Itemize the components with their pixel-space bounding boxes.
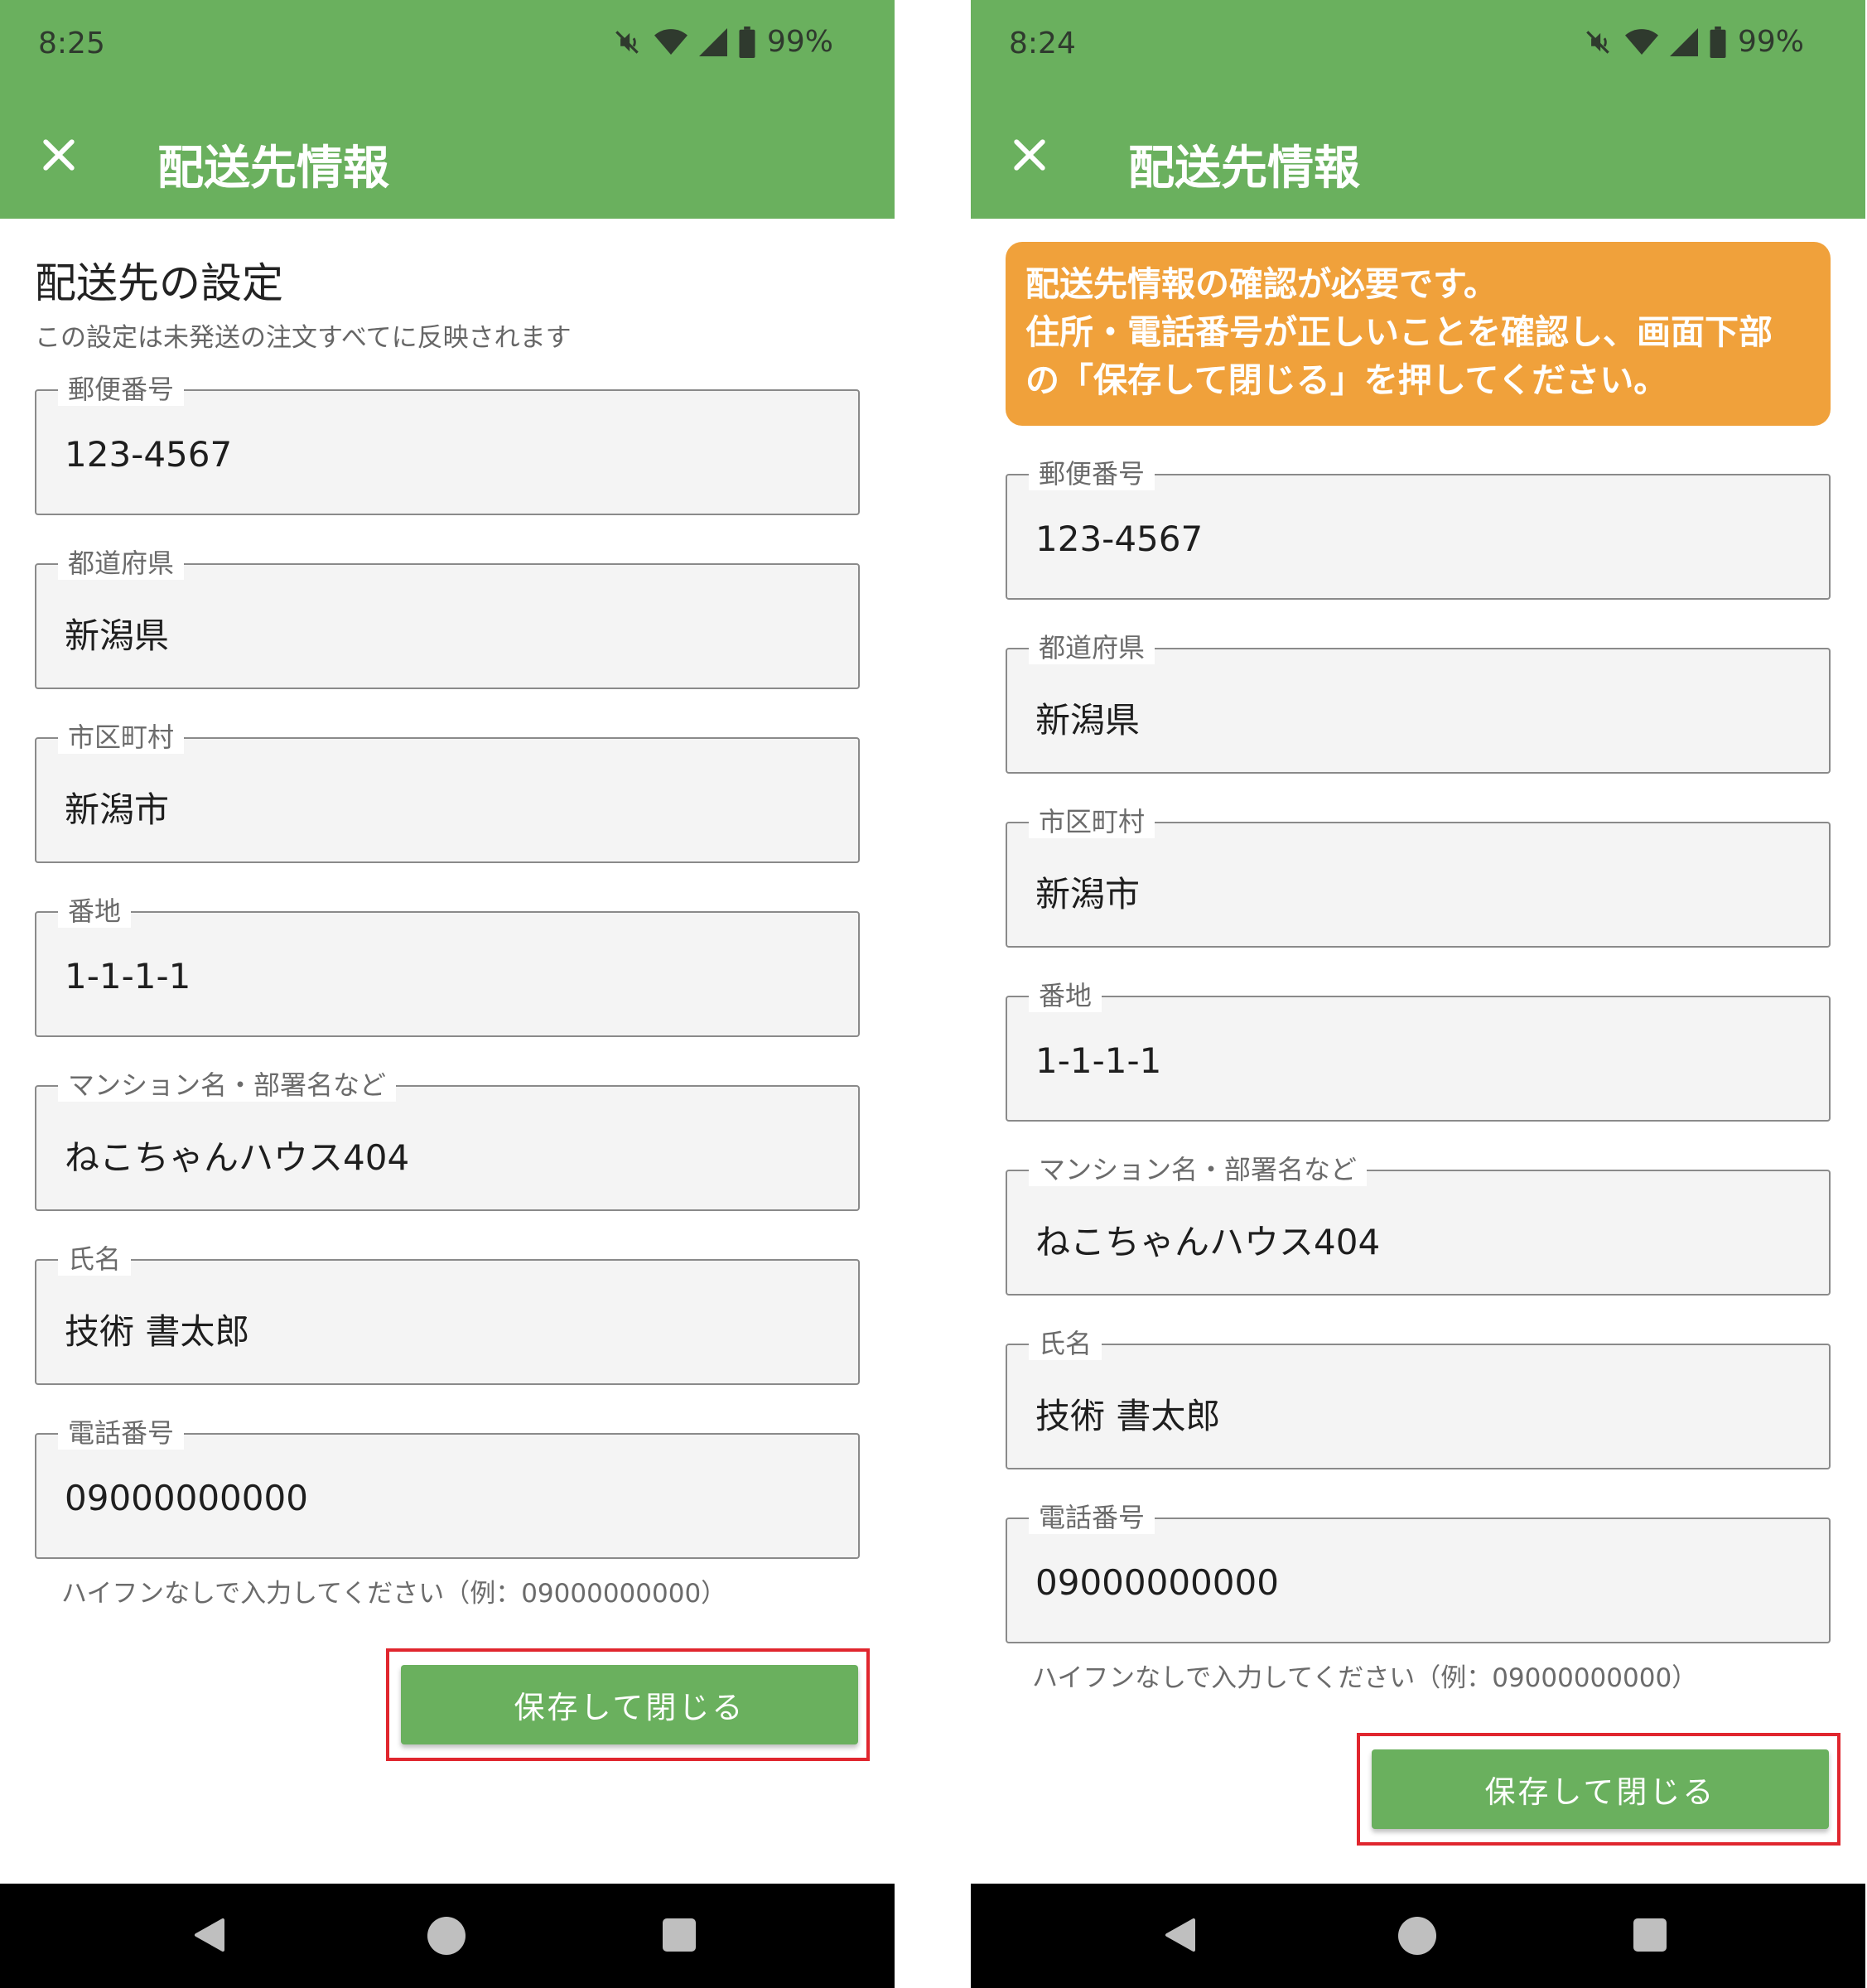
page-title: 配送先情報: [1128, 142, 1360, 195]
field-value: 技術 書太郎: [1035, 1396, 1221, 1436]
field-label: 番地: [58, 895, 132, 928]
field-label: 市区町村: [58, 721, 185, 754]
field-label: 都道府県: [58, 547, 185, 580]
building-field[interactable]: マンション名・部署名など ねこちゃんハウス404: [35, 1069, 860, 1211]
confirmation-alert: 配送先情報の確認が必要です。 住所・電話番号が正しいことを確認し、画面下部 の「…: [1006, 242, 1831, 426]
wifi-icon: [654, 28, 687, 55]
field-label: 電話番号: [58, 1416, 185, 1450]
app-bar: 8:24 99% 配送先情報: [971, 0, 1865, 219]
mute-icon: [615, 30, 639, 54]
field-label: 電話番号: [1029, 1501, 1155, 1534]
recents-icon[interactable]: [663, 1918, 696, 1952]
prefecture-field[interactable]: 都道府県 新潟県: [35, 547, 860, 689]
phone-field[interactable]: 電話番号 09000000000: [1006, 1501, 1831, 1643]
mute-icon: [1586, 30, 1609, 54]
field-label: 番地: [1029, 979, 1102, 1012]
field-label: 郵便番号: [1029, 457, 1155, 490]
field-value: ねこちゃんハウス404: [65, 1137, 410, 1178]
field-value: 新潟市: [1035, 874, 1141, 914]
close-icon[interactable]: [1007, 133, 1052, 177]
status-time: 8:24: [1009, 27, 1076, 60]
back-icon[interactable]: [1163, 1917, 1198, 1953]
status-icons: 99%: [1582, 25, 1804, 59]
field-label: 市区町村: [1029, 805, 1155, 838]
signal-icon: [698, 27, 727, 56]
save-and-close-button[interactable]: 保存して閉じる: [401, 1665, 858, 1744]
name-field[interactable]: 氏名 技術 書太郎: [1006, 1327, 1831, 1469]
field-value: 1-1-1-1: [65, 956, 191, 996]
building-field[interactable]: マンション名・部署名など ねこちゃんハウス404: [1006, 1153, 1831, 1296]
phone-screen-right: 8:24 99% 配送先情報 配送先情報の確認が必要です。 住所・電話番号が正し…: [971, 0, 1865, 1988]
recents-icon[interactable]: [1633, 1918, 1667, 1952]
city-field[interactable]: 市区町村 新潟市: [35, 721, 860, 863]
signal-icon: [1669, 27, 1698, 56]
save-and-close-button[interactable]: 保存して閉じる: [1372, 1749, 1829, 1829]
field-label: 氏名: [58, 1242, 132, 1276]
alert-line: 配送先情報の確認が必要です。: [1025, 264, 1498, 304]
battery-icon: [1710, 26, 1726, 58]
street-address-field[interactable]: 番地 1-1-1-1: [35, 895, 860, 1037]
field-value: 09000000000: [65, 1478, 308, 1518]
alert-line: の「保存して閉じる」を押してください。: [1025, 360, 1668, 400]
close-icon[interactable]: [36, 133, 81, 177]
field-label: 郵便番号: [58, 373, 185, 406]
field-value: 123-4567: [65, 434, 233, 475]
prefecture-field[interactable]: 都道府県 新潟県: [1006, 631, 1831, 774]
wifi-icon: [1624, 28, 1658, 55]
field-value: 技術 書太郎: [65, 1311, 250, 1352]
field-value: 123-4567: [1035, 519, 1204, 559]
battery-percent: 99%: [766, 25, 833, 59]
battery-percent: 99%: [1737, 25, 1804, 59]
battery-icon: [739, 26, 755, 58]
phone-helper-text: ハイフンなしで入力してください（例：09000000000）: [1032, 1663, 1698, 1693]
city-field[interactable]: 市区町村 新潟市: [1006, 805, 1831, 948]
field-value: ねこちゃんハウス404: [1035, 1222, 1381, 1262]
status-icons: 99%: [611, 25, 833, 59]
postal-code-field[interactable]: 郵便番号 123-4567: [1006, 457, 1831, 600]
field-label: マンション名・部署名など: [58, 1069, 397, 1102]
home-icon[interactable]: [1398, 1917, 1436, 1955]
field-value: 09000000000: [1035, 1562, 1279, 1603]
app-bar: 8:25 99% 配送先情報: [0, 0, 895, 219]
phone-screen-left: 8:25 99% 配送先情報 配送先の設定 この設定は未発送の注文すべてに反映さ…: [0, 0, 895, 1988]
phone-helper-text: ハイフンなしで入力してください（例：09000000000）: [61, 1579, 727, 1609]
name-field[interactable]: 氏名 技術 書太郎: [35, 1242, 860, 1385]
status-time: 8:25: [38, 27, 105, 60]
alert-line: 住所・電話番号が正しいことを確認し、画面下部: [1025, 312, 1773, 352]
field-value: 1-1-1-1: [1035, 1040, 1162, 1081]
field-label: 氏名: [1029, 1327, 1102, 1360]
field-value: 新潟市: [65, 789, 170, 830]
field-value: 新潟県: [1035, 700, 1141, 741]
phone-field[interactable]: 電話番号 09000000000: [35, 1416, 860, 1559]
field-label: 都道府県: [1029, 631, 1155, 664]
navigation-bar: [971, 1884, 1865, 1988]
section-subtitle: この設定は未発送の注文すべてに反映されます: [35, 323, 572, 353]
section-title: 配送先の設定: [35, 259, 283, 307]
navigation-bar: [0, 1884, 895, 1988]
postal-code-field[interactable]: 郵便番号 123-4567: [35, 373, 860, 515]
back-icon[interactable]: [192, 1917, 227, 1953]
page-title: 配送先情報: [157, 142, 389, 195]
street-address-field[interactable]: 番地 1-1-1-1: [1006, 979, 1831, 1122]
home-icon[interactable]: [427, 1917, 466, 1955]
field-label: マンション名・部署名など: [1029, 1153, 1368, 1186]
field-value: 新潟県: [65, 615, 170, 656]
